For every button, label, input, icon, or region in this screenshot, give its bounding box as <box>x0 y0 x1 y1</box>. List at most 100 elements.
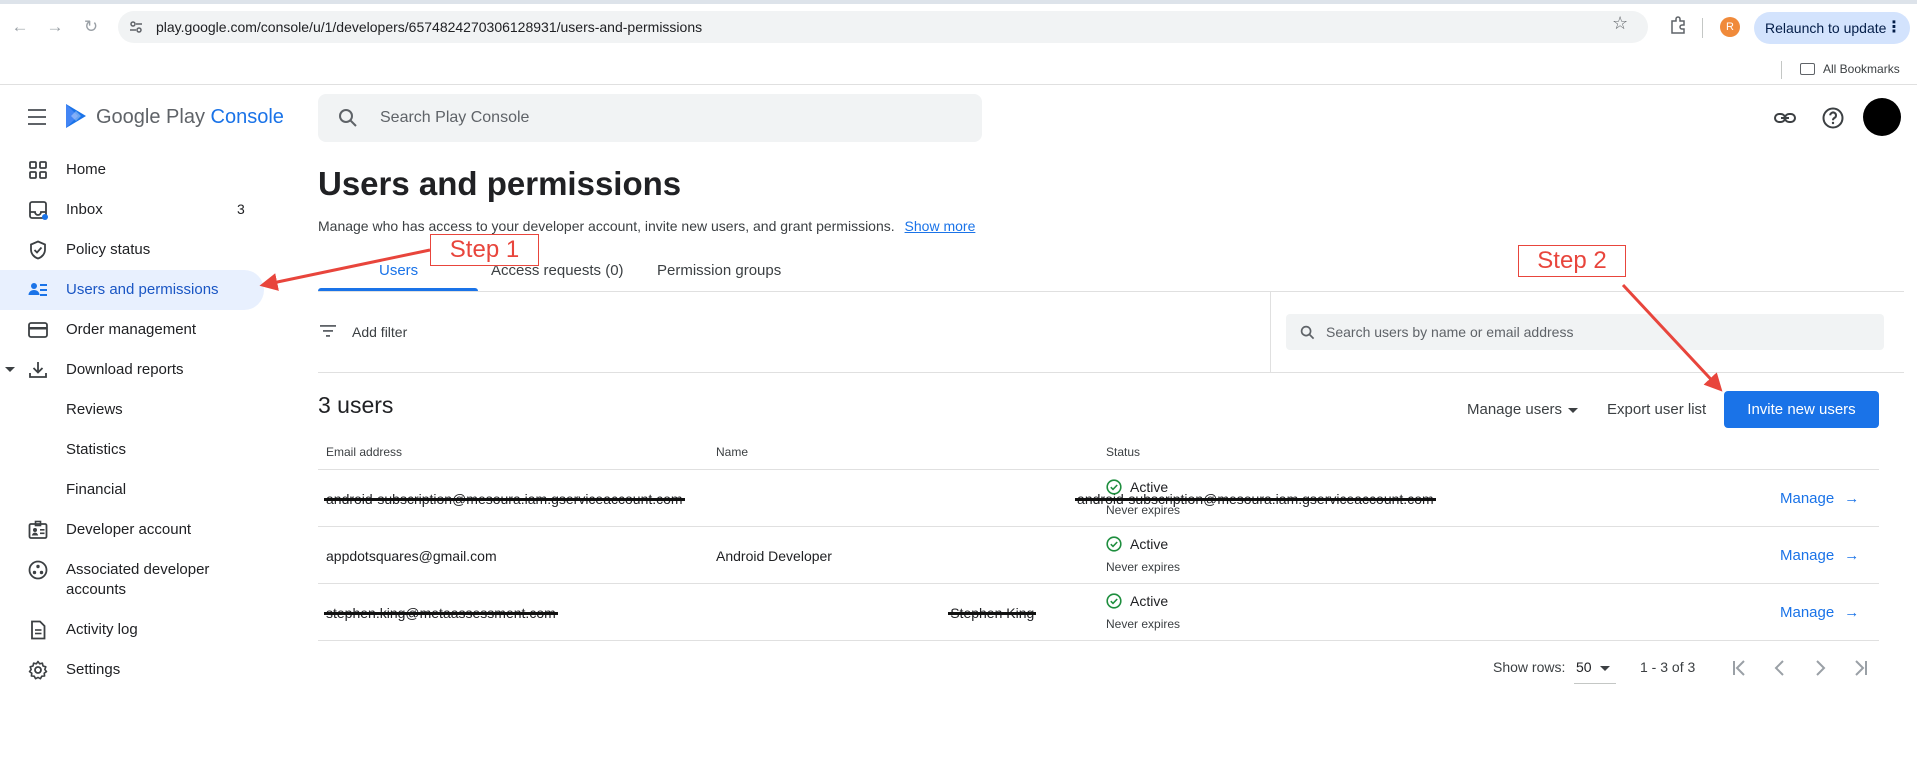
last-page-icon[interactable] <box>1848 656 1872 680</box>
filter-divider <box>1270 292 1271 372</box>
users-list-icon <box>28 283 47 296</box>
manage-user-link[interactable]: Manage → <box>1780 547 1859 564</box>
user-email: stephen.king@metaassessment.com <box>326 605 556 621</box>
users-search-input[interactable]: Search users by name or email address <box>1286 314 1884 350</box>
help-icon[interactable] <box>1821 106 1845 130</box>
status-badge: Active <box>1130 593 1169 609</box>
sidebar-item-users-and-permissions[interactable]: Users and permissions <box>0 270 264 310</box>
chevron-down-icon <box>1600 666 1610 671</box>
export-user-list-button[interactable]: Export user list <box>1607 401 1706 418</box>
next-page-icon[interactable] <box>1808 656 1832 680</box>
menu-icon[interactable] <box>28 109 48 125</box>
arrow-right-icon: → <box>1844 604 1860 621</box>
column-header-status[interactable]: Status <box>1106 445 1140 459</box>
rows-per-page-value: 50 <box>1576 659 1592 675</box>
show-more-link[interactable]: Show more <box>905 218 976 234</box>
sidebar-item-label: Associated developer <box>66 561 210 578</box>
all-bookmarks-link[interactable]: All Bookmarks <box>1823 62 1900 76</box>
expand-caret-icon[interactable] <box>5 367 15 372</box>
tab-permission-groups[interactable]: Permission groups <box>657 262 781 279</box>
address-bar[interactable]: play.google.com/console/u/1/developers/6… <box>118 11 1648 43</box>
grid-icon <box>29 161 47 179</box>
sidebar-item-financial[interactable]: Financial <box>0 470 264 510</box>
expiry-text: Never expires <box>1106 560 1181 574</box>
column-header-name[interactable]: Name <box>716 445 748 459</box>
relaunch-button[interactable]: Relaunch to update ⋮ <box>1754 12 1910 44</box>
shield-check-icon <box>30 240 46 260</box>
console-search-input[interactable]: Search Play Console <box>318 94 982 142</box>
reload-icon[interactable]: ↻ <box>80 16 102 38</box>
users-count-title: 3 users <box>318 392 394 418</box>
forward-icon[interactable]: → <box>44 16 66 38</box>
sidebar-item-inbox[interactable]: Inbox 3 <box>0 190 264 230</box>
sidebar-item-order-management[interactable]: Order management <box>0 310 264 350</box>
expiry-text: Never expires <box>1106 503 1181 517</box>
sidebar-item-developer-account[interactable]: Developer account <box>0 510 264 550</box>
sidebar-item-policy-status[interactable]: Policy status <box>0 230 264 270</box>
relaunch-label: Relaunch to update <box>1765 20 1887 36</box>
product-name[interactable]: Google Play Console <box>96 106 284 129</box>
tab-users[interactable]: Users <box>379 262 418 279</box>
sidebar-item-label: Home <box>66 161 107 178</box>
sidebar-item-label: Order management <box>66 321 197 338</box>
status-badge: Active <box>1130 479 1169 495</box>
step2-label: Step 2 <box>1518 245 1626 277</box>
first-page-icon[interactable] <box>1728 656 1752 680</box>
profile-avatar[interactable]: R <box>1720 17 1740 37</box>
sidebar-item-statistics[interactable]: Statistics <box>0 430 264 470</box>
sidebar-item-label: Developer account <box>66 521 192 538</box>
manage-users-dropdown[interactable]: Manage users <box>1467 401 1579 418</box>
badge-icon <box>28 520 48 539</box>
sidebar-item-label: Policy status <box>66 241 151 258</box>
sidebar-item-label: Reviews <box>66 401 123 418</box>
page-title: Users and permissions <box>318 165 682 202</box>
extensions-icon[interactable] <box>1668 15 1688 35</box>
sidebar-item-label-line2: accounts <box>66 581 127 598</box>
previous-page-icon[interactable] <box>1768 656 1792 680</box>
invite-new-users-button[interactable]: Invite new users <box>1724 391 1879 428</box>
connected-icon <box>28 560 48 580</box>
google-play-logo-icon <box>66 104 86 128</box>
manage-user-link[interactable]: Manage → <box>1780 604 1859 621</box>
users-search-placeholder: Search users by name or email address <box>1326 324 1574 340</box>
sidebar-item-associated-developer-accounts[interactable]: Associated developer accounts <box>0 550 264 610</box>
sidebar-item-label: Financial <box>66 481 127 498</box>
show-rows-label: Show rows: <box>1493 659 1566 675</box>
gear-icon <box>28 660 48 680</box>
sidebar-item-settings[interactable]: Settings <box>0 650 264 690</box>
rows-per-page-select[interactable]: 50 <box>1574 656 1616 684</box>
site-settings-icon[interactable] <box>128 19 144 35</box>
filter-icon[interactable] <box>320 324 336 338</box>
browser-toolbar: ← → ↻ play.google.com/console/u/1/develo… <box>0 0 1917 54</box>
page-description: Manage who has access to your developer … <box>318 218 976 234</box>
sidebar-item-download-reports[interactable]: Download reports <box>0 350 264 390</box>
sidebar-item-label: Users and permissions <box>66 281 219 298</box>
sidebar-item-label: Inbox <box>66 201 103 218</box>
inbox-count-badge: 3 <box>237 201 245 217</box>
add-filter-button[interactable]: Add filter <box>352 324 407 340</box>
table-row: appdotsquares@gmail.com Android Develope… <box>318 527 1879 584</box>
link-icon[interactable] <box>1773 106 1797 130</box>
sidebar-item-home[interactable]: Home <box>0 150 264 190</box>
account-avatar[interactable] <box>1863 98 1901 136</box>
document-icon <box>31 620 46 640</box>
chevron-down-icon <box>1568 407 1579 413</box>
column-header-email[interactable]: Email address <box>326 445 402 459</box>
table-row: android-subscription@mesoura.iam.gservic… <box>318 470 1879 527</box>
more-vert-icon[interactable]: ⋮ <box>1886 12 1902 44</box>
bookmark-star-icon[interactable]: ☆ <box>1612 14 1628 32</box>
check-circle-icon <box>1106 479 1122 495</box>
url-text[interactable]: play.google.com/console/u/1/developers/6… <box>156 19 702 35</box>
sidebar-item-reviews[interactable]: Reviews <box>0 390 264 430</box>
arrow-right-icon: → <box>1844 490 1860 507</box>
table-row: stephen.king@metaassessment.com Stephen … <box>318 584 1879 641</box>
sidebar-item-label: Download reports <box>66 361 184 378</box>
sidebar-item-label: Activity log <box>66 621 138 638</box>
back-icon[interactable]: ← <box>9 16 31 38</box>
filter-toolbar: Add filter Search users by name or email… <box>318 292 1904 373</box>
arrow-right-icon: → <box>1844 547 1860 564</box>
pagination-range: 1 - 3 of 3 <box>1640 659 1696 675</box>
sidebar-item-activity-log[interactable]: Activity log <box>0 610 264 650</box>
user-name: Stephen King <box>950 605 1035 621</box>
manage-user-link[interactable]: Manage → <box>1780 490 1859 507</box>
